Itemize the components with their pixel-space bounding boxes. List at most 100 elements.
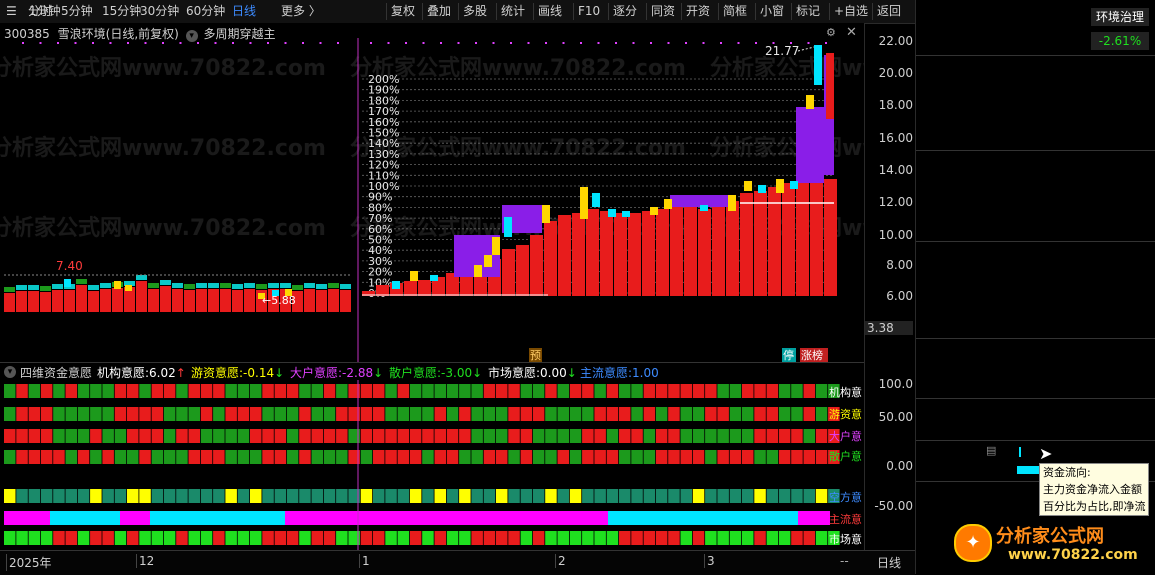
tool-button-7[interactable]: 同资 <box>651 3 675 20</box>
willingness-cell <box>200 531 213 545</box>
tool-button-2[interactable]: 多股 <box>463 3 487 20</box>
time-tick: 2025年 <box>6 554 52 571</box>
willingness-cell <box>65 429 77 443</box>
willingness-cell <box>373 489 385 503</box>
top-marker <box>562 42 565 44</box>
willingness-cell <box>496 384 508 398</box>
willingness-cell <box>434 450 446 464</box>
willingness-cell <box>668 531 680 545</box>
tool-button-11[interactable]: 标记 <box>796 3 820 20</box>
willingness-cell <box>680 384 692 398</box>
base-bar <box>712 207 725 296</box>
willingness-cell <box>311 450 323 464</box>
willingness-cell <box>532 489 545 503</box>
base-bar <box>670 207 683 296</box>
base-bar <box>64 290 75 312</box>
tool-button-12[interactable]: +自选 <box>834 3 868 20</box>
price-tick: 20.00 <box>878 66 913 80</box>
price-tick: 18.00 <box>878 98 913 112</box>
willingness-cell <box>619 384 631 398</box>
row-label: 市场意 <box>829 532 862 546</box>
tool-button-8[interactable]: 开资 <box>686 3 710 20</box>
willingness-cell <box>729 384 742 398</box>
settings-icon[interactable]: ⚙ <box>826 27 838 39</box>
willingness-cell <box>483 407 496 421</box>
willingness-cell <box>28 489 41 503</box>
tool-button-0[interactable]: 复权 <box>391 3 415 20</box>
indicator-label: 散户意愿: <box>389 366 442 380</box>
willingness-cell <box>323 384 336 398</box>
willingness-cell <box>237 407 250 421</box>
period-tab-3[interactable]: 15分钟 <box>102 3 141 20</box>
candle <box>790 181 798 189</box>
willingness-cell <box>360 489 373 503</box>
period-tab-1[interactable]: 1分钟 <box>29 3 61 20</box>
menu-icon[interactable]: ☰ <box>6 3 17 20</box>
status-row <box>916 401 1155 420</box>
willingness-cell <box>680 450 692 464</box>
willingness-cell <box>4 531 16 545</box>
tool-button-3[interactable]: 统计 <box>501 3 525 20</box>
close-icon[interactable]: ✕ <box>846 26 860 40</box>
willingness-cell <box>286 407 299 421</box>
base-bar <box>220 289 231 312</box>
willingness-cell <box>77 407 90 421</box>
chevron-down-icon[interactable]: ▾ <box>185 30 198 42</box>
willingness-cell <box>496 429 508 443</box>
period-tab-7[interactable]: 更多 〉 <box>281 3 321 20</box>
willingness-cell <box>643 429 656 443</box>
willingness-cell <box>274 450 287 464</box>
willingness-cell <box>422 384 434 398</box>
top-marker <box>74 42 77 44</box>
period-tab-2[interactable]: 5分钟 <box>61 3 93 20</box>
main-net-row <box>916 442 1155 461</box>
willingness-cell <box>692 450 705 464</box>
willingness-cell <box>791 384 803 398</box>
candle <box>728 195 736 211</box>
willingness-cell <box>188 407 200 421</box>
willingness-cell <box>754 450 766 464</box>
willingness-cell <box>385 531 397 545</box>
willingness-cell <box>163 407 176 421</box>
kline-chart[interactable]: 分析家公式网www.70822.com 分析家公式网www.70822.com 分析… <box>0 23 864 363</box>
willingness-cell <box>225 450 237 464</box>
sector-tag[interactable]: 环境治理 <box>1091 8 1149 26</box>
period-tab-4[interactable]: 30分钟 <box>140 3 179 20</box>
tool-button-5[interactable]: F10 <box>578 3 600 20</box>
willingness-cell <box>53 531 65 545</box>
tool-button-6[interactable]: 逐分 <box>613 3 637 20</box>
tool-button-1[interactable]: 叠加 <box>427 3 451 20</box>
willingness-cell <box>655 450 668 464</box>
period-tab-5[interactable]: 60分钟 <box>186 3 225 20</box>
five-day-bar <box>1017 466 1039 474</box>
tool-button-4[interactable]: 画线 <box>538 3 562 20</box>
stat-row <box>916 358 1155 377</box>
tool-button-9[interactable]: 简框 <box>723 3 747 20</box>
willingness-cell <box>151 531 164 545</box>
tool-button-10[interactable]: 小窗 <box>760 3 784 20</box>
period-tab-6[interactable]: 日线 <box>232 3 256 20</box>
indicator-chart[interactable]: 机构意游资意大户意散户意空方意主流意市场意 <box>0 380 864 550</box>
willingness-cell <box>778 489 791 503</box>
willingness-cell <box>434 489 446 503</box>
willingness-cell <box>90 384 102 398</box>
candle <box>125 285 132 291</box>
willingness-cell <box>336 450 348 464</box>
indicator-number: 0.00 <box>540 366 567 380</box>
candle <box>474 265 482 277</box>
list-icon[interactable]: ▤ <box>986 444 996 457</box>
willingness-cell <box>102 489 114 503</box>
willingness-cell <box>483 429 496 443</box>
base-bar <box>502 249 515 296</box>
chevron-down-icon[interactable]: ▾ <box>4 366 16 378</box>
willingness-cell <box>40 450 53 464</box>
period-button[interactable]: 日线 <box>877 554 901 571</box>
willingness-cell <box>53 450 65 464</box>
base-bar <box>796 181 809 296</box>
tool-button-13[interactable]: 返回 <box>877 3 901 20</box>
row-label: 散户意 <box>829 449 862 463</box>
indicator-name[interactable]: 多周期穿越主 <box>203 27 275 41</box>
willingness-cell <box>594 429 606 443</box>
willingness-cell <box>742 407 754 421</box>
top-marker <box>214 42 217 44</box>
